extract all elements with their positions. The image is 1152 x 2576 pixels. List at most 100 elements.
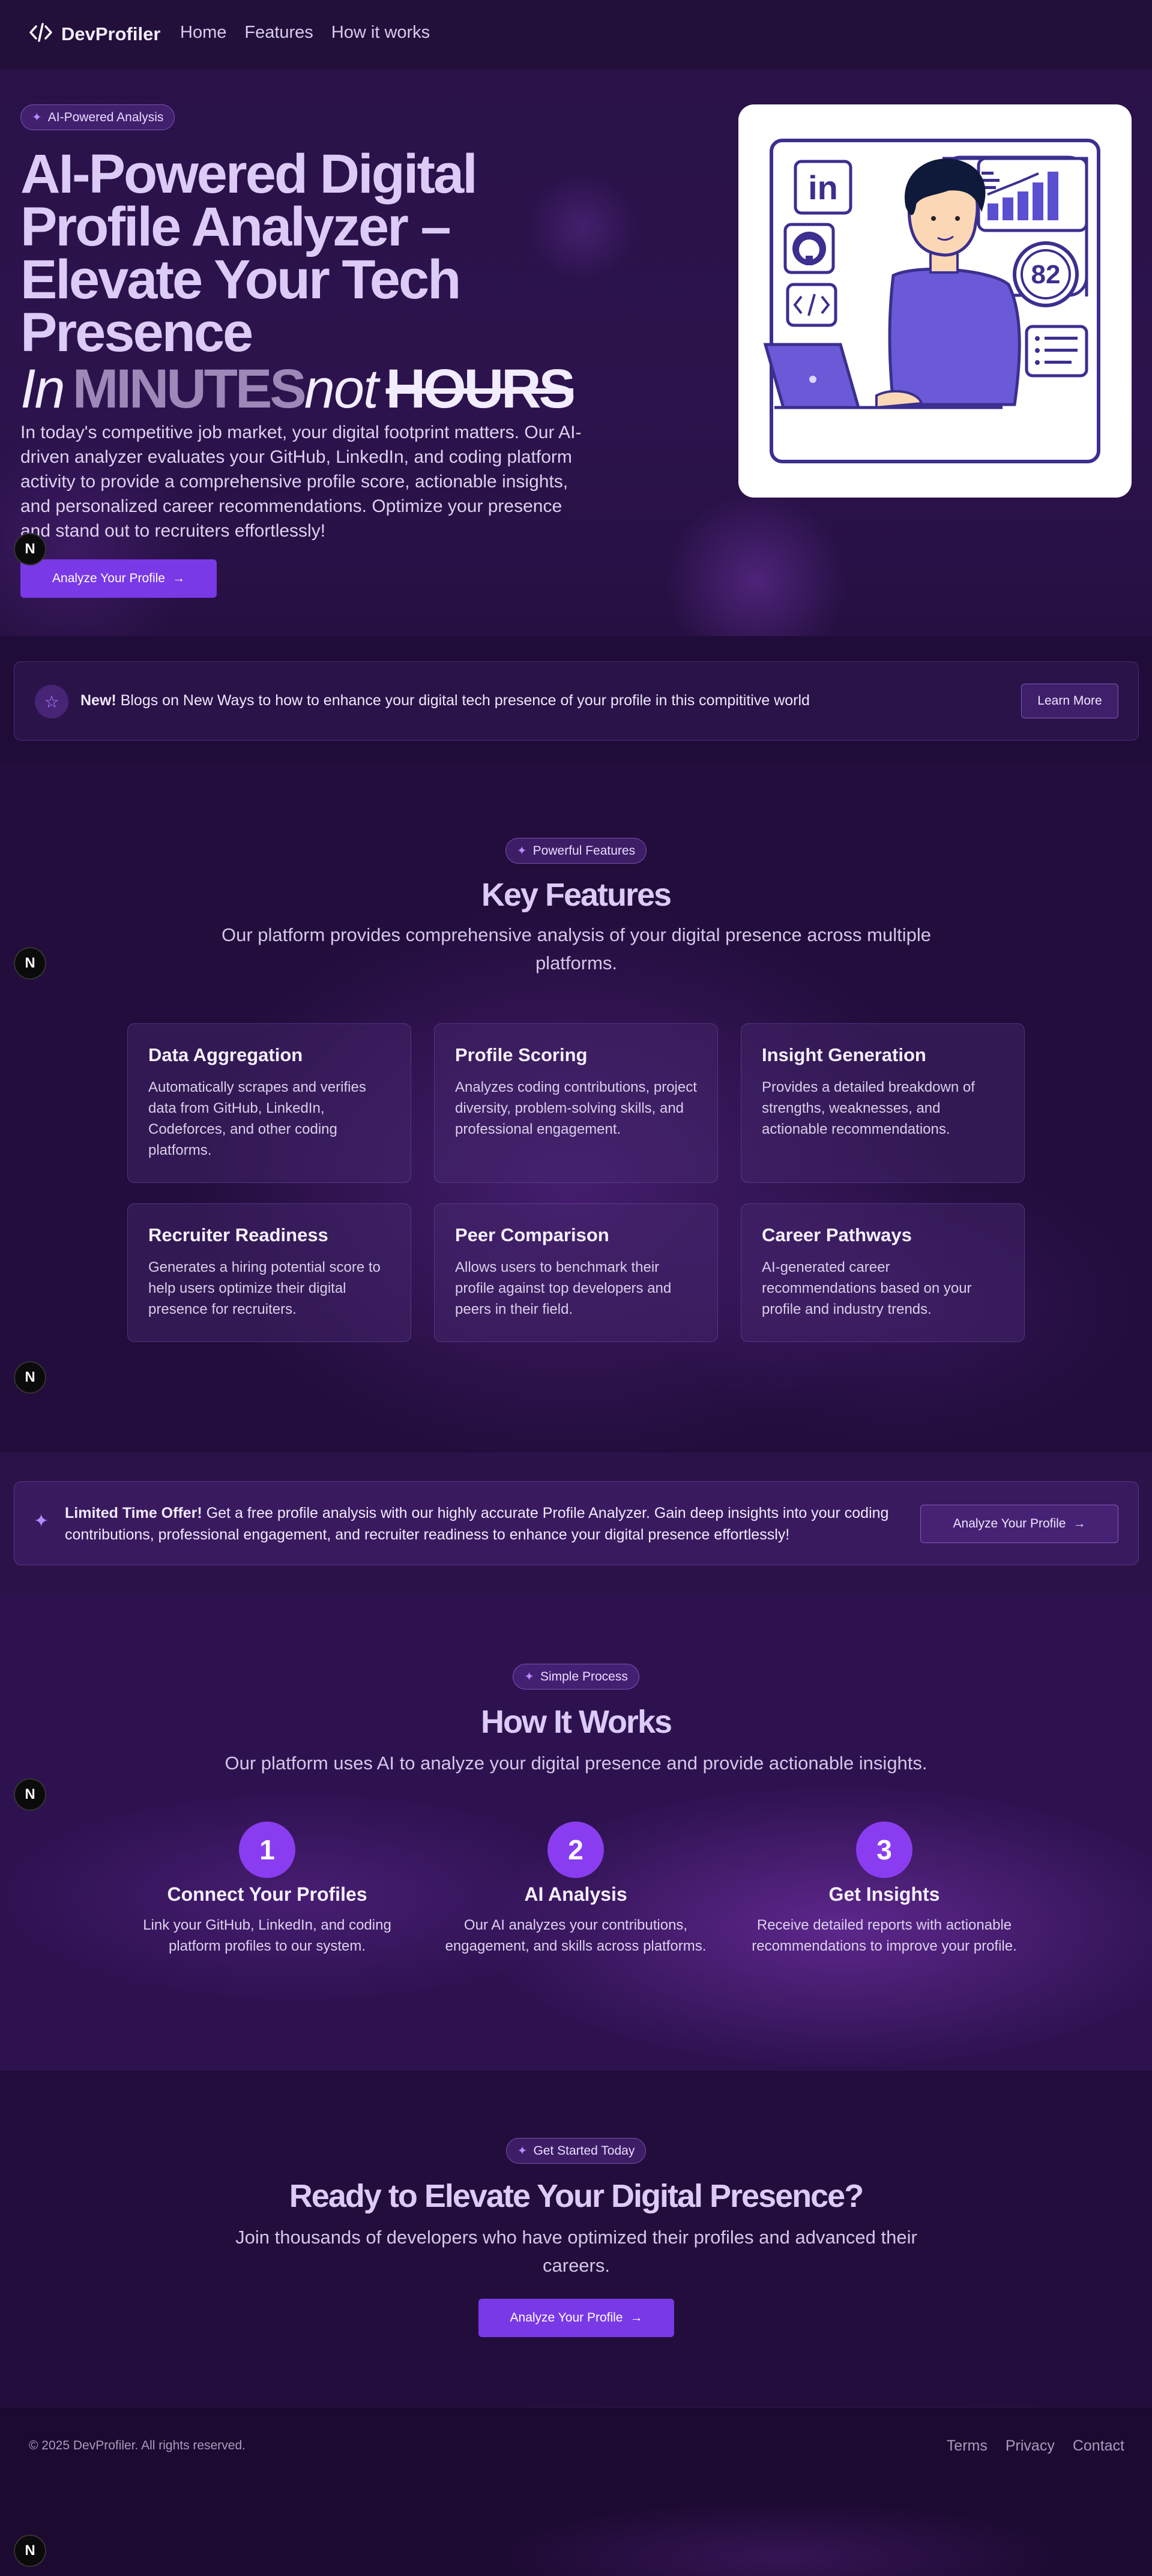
tagline-minutes: MINUTES bbox=[72, 358, 307, 420]
floating-n-badge[interactable]: N bbox=[15, 1780, 45, 1810]
footer-link-privacy[interactable]: Privacy bbox=[1006, 2437, 1055, 2455]
how-badge-wrap: ✦ Simple Process bbox=[0, 1664, 1152, 1690]
score-text: 82 bbox=[1031, 260, 1061, 289]
footer-link-contact[interactable]: Contact bbox=[1073, 2437, 1124, 2455]
how-it-works-section: ✦ Simple Process How It Works Our platfo… bbox=[0, 1596, 1152, 2071]
how-badge: ✦ Simple Process bbox=[513, 1664, 639, 1690]
step-desc: Our AI analyzes your contributions, enga… bbox=[445, 1917, 707, 1954]
sparkle-icon: ✦ bbox=[34, 1511, 49, 1531]
hero-tagline: In MINUTES not HOURS bbox=[20, 358, 576, 420]
offer-banner: ✦ Limited Time Offer! Get a free profile… bbox=[14, 1481, 1139, 1565]
hero-title: AI-Powered Digital Profile Analyzer – El… bbox=[20, 143, 478, 363]
feature-card-title: Recruiter Readiness bbox=[148, 1224, 328, 1245]
feature-card-desc: Automatically scrapes and verifies data … bbox=[148, 1079, 366, 1158]
footer-link-terms[interactable]: Terms bbox=[947, 2437, 988, 2455]
step-title: Connect Your Profiles bbox=[167, 1883, 367, 1905]
cta-title: Ready to Elevate Your Digital Presence? bbox=[289, 2178, 864, 2214]
arrow-right-icon: → bbox=[172, 571, 185, 585]
news-banner: ☆ New! Blogs on New Ways to how to enhan… bbox=[14, 661, 1139, 741]
offer-analyze-label: Analyze Your Profile bbox=[953, 1517, 1066, 1530]
news-text: New! Blogs on New Ways to how to enhance… bbox=[80, 692, 810, 709]
tagline-in: In bbox=[20, 358, 65, 420]
tagline-hours: HOURS bbox=[385, 358, 576, 420]
nav-links: Home Features How it works bbox=[180, 23, 430, 43]
step-number: 3 bbox=[856, 1822, 912, 1878]
hero-analyze-label: Analyze Your Profile bbox=[52, 571, 165, 585]
feature-card-recruiter-readiness: Recruiter Readiness Generates a hiring p… bbox=[127, 1203, 411, 1342]
floating-n-badge[interactable]: N bbox=[15, 534, 45, 564]
how-subtitle: Our platform uses AI to analyze your dig… bbox=[225, 1753, 927, 1774]
how-badge-label: Simple Process bbox=[540, 1669, 628, 1684]
features-subtitle: Our platform provides comprehensive anal… bbox=[222, 924, 931, 974]
feature-card-title: Data Aggregation bbox=[148, 1044, 303, 1065]
sparkle-icon: ✦ bbox=[516, 844, 527, 858]
nav-link-how-it-works[interactable]: How it works bbox=[331, 23, 430, 43]
feature-card-data-aggregation: Data Aggregation Automatically scrapes a… bbox=[127, 1023, 411, 1183]
code-icon bbox=[29, 22, 53, 46]
step-title: AI Analysis bbox=[524, 1883, 627, 1905]
hero-badge-label: AI-Powered Analysis bbox=[47, 110, 164, 124]
step-desc: Link your GitHub, LinkedIn, and coding p… bbox=[143, 1917, 391, 1954]
feature-card-desc: AI-generated career recommendations base… bbox=[762, 1259, 972, 1317]
step-number: 1 bbox=[239, 1822, 295, 1878]
nav-link-home[interactable]: Home bbox=[180, 23, 226, 43]
feature-card-title: Insight Generation bbox=[762, 1044, 926, 1065]
sparkle-icon: ✦ bbox=[517, 2144, 528, 2158]
how-title: How It Works bbox=[480, 1704, 672, 1740]
tagline-not: not bbox=[304, 358, 379, 420]
offer-label: Limited Time Offer! bbox=[65, 1505, 202, 1521]
feature-card-desc: Analyzes coding contributions, project d… bbox=[455, 1079, 697, 1137]
footer-links: Terms Privacy Contact bbox=[947, 2437, 1124, 2455]
star-icon: ☆ bbox=[35, 685, 68, 718]
page: DevProfiler Home Features How it works ✦… bbox=[0, 0, 1152, 2576]
news-new-label: New! bbox=[80, 692, 116, 709]
step-number: 2 bbox=[547, 1822, 604, 1878]
floating-n-badge[interactable]: N bbox=[15, 1362, 45, 1392]
news-section: ☆ New! Blogs on New Ways to how to enhan… bbox=[0, 636, 1152, 762]
hero-badge: ✦ AI-Powered Analysis bbox=[20, 104, 175, 130]
feature-card-desc: Generates a hiring potential score to he… bbox=[148, 1259, 381, 1317]
feature-card-desc: Provides a detailed breakdown of strengt… bbox=[762, 1079, 975, 1137]
hero-illustration: in 82 bbox=[738, 104, 1132, 498]
arrow-right-icon: → bbox=[630, 2311, 643, 2325]
learn-more-button[interactable]: Learn More bbox=[1021, 684, 1118, 718]
feature-card-insight-generation: Insight Generation Provides a detailed b… bbox=[741, 1023, 1025, 1183]
cta-analyze-button[interactable]: Analyze Your Profile → bbox=[478, 2299, 674, 2337]
cta-analyze-label: Analyze Your Profile bbox=[510, 2311, 623, 2325]
footer: © 2025 DevProfiler. All rights reserved.… bbox=[0, 2407, 1152, 2576]
hero-analyze-button[interactable]: Analyze Your Profile → bbox=[20, 559, 217, 598]
offer-analyze-button[interactable]: Analyze Your Profile → bbox=[920, 1505, 1118, 1543]
hero-badge-wrap: ✦ AI-Powered Analysis bbox=[20, 104, 175, 130]
feature-card-title: Profile Scoring bbox=[455, 1044, 588, 1065]
brand-name: DevProfiler bbox=[61, 23, 161, 44]
cta-badge: ✦ Get Started Today bbox=[505, 2138, 647, 2164]
feature-card-career-pathways: Career Pathways AI-generated career reco… bbox=[741, 1203, 1025, 1342]
cta-badge-wrap: ✦ Get Started Today bbox=[0, 2138, 1152, 2164]
sparkle-icon: ✦ bbox=[32, 111, 42, 124]
hero-description: In today's competitive job market, your … bbox=[20, 423, 582, 541]
offer-text: Limited Time Offer! Get a free profile a… bbox=[65, 1502, 917, 1545]
features-badge-wrap: ✦ Powerful Features bbox=[0, 838, 1152, 864]
arrow-right-icon: → bbox=[1073, 1517, 1086, 1530]
nav-link-features[interactable]: Features bbox=[244, 23, 313, 43]
features-title: Key Features bbox=[481, 877, 672, 913]
features-section: ✦ Powerful Features Key Features Our pla… bbox=[0, 762, 1152, 1452]
cta-subtitle: Join thousands of developers who have op… bbox=[235, 2227, 917, 2276]
feature-card-desc: Allows users to benchmark their profile … bbox=[455, 1259, 672, 1317]
feature-card-profile-scoring: Profile Scoring Analyzes coding contribu… bbox=[434, 1023, 718, 1183]
feature-card-peer-comparison: Peer Comparison Allows users to benchmar… bbox=[434, 1203, 718, 1342]
sparkle-icon: ✦ bbox=[524, 1670, 534, 1684]
floating-n-badge[interactable]: N bbox=[15, 2536, 45, 2566]
floating-n-badge[interactable]: N bbox=[15, 948, 45, 978]
cta-section: ✦ Get Started Today Ready to Elevate You… bbox=[0, 2071, 1152, 2407]
hero-section: ✦ AI-Powered Analysis AI-Powered Digital… bbox=[0, 71, 1152, 636]
linkedin-icon: in bbox=[808, 169, 838, 206]
feature-card-title: Peer Comparison bbox=[455, 1224, 609, 1245]
news-message: Blogs on New Ways to how to enhance your… bbox=[120, 692, 810, 709]
features-badge-label: Powerful Features bbox=[532, 843, 636, 858]
step-title: Get Insights bbox=[828, 1883, 940, 1905]
offer-section: ✦ Limited Time Offer! Get a free profile… bbox=[0, 1452, 1152, 1596]
feature-card-title: Career Pathways bbox=[762, 1224, 912, 1245]
developer-illustration-icon: in 82 bbox=[763, 139, 1100, 463]
brand[interactable]: DevProfiler bbox=[29, 22, 160, 46]
